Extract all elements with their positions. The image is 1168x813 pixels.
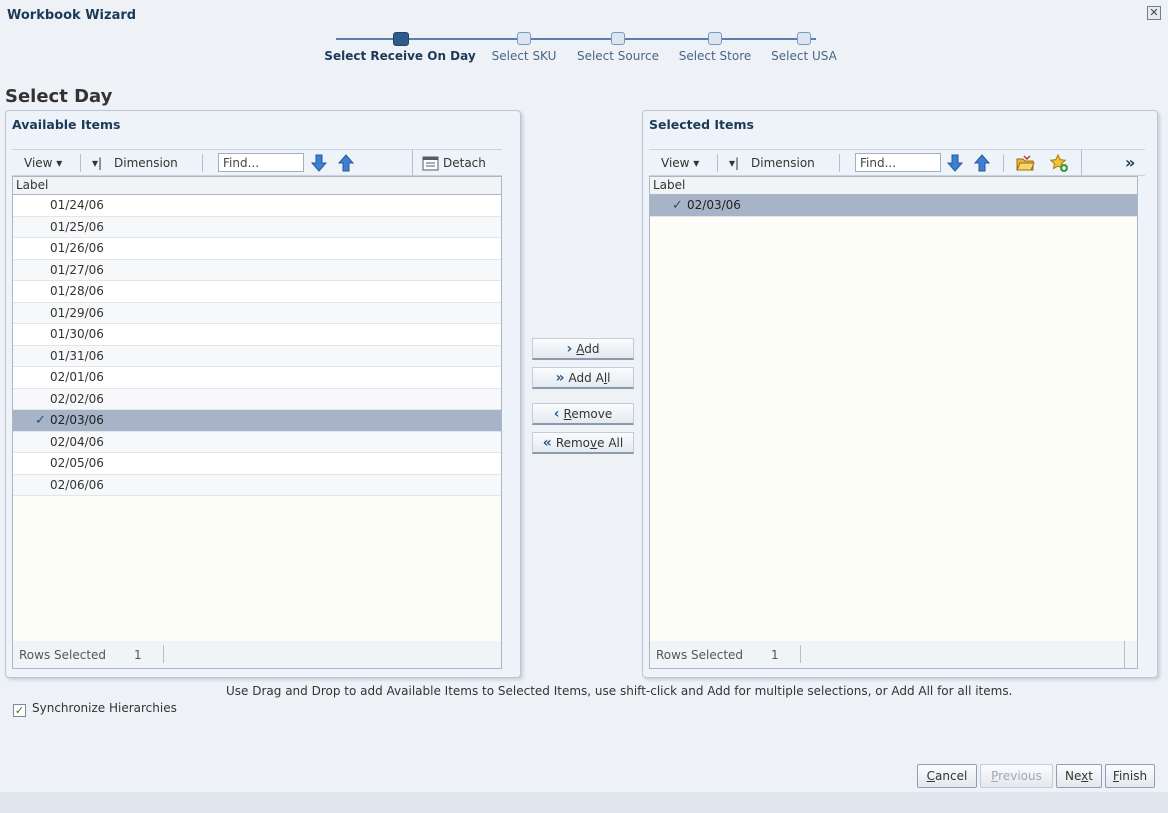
dimension-label[interactable]: Dimension: [114, 156, 178, 170]
table-row[interactable]: 01/30/06: [13, 324, 501, 346]
instruction-text: Use Drag and Drop to add Available Items…: [226, 684, 1013, 698]
bottom-status-bar: [0, 792, 1168, 813]
find-input[interactable]: [855, 153, 941, 172]
add-all-button[interactable]: » Add All: [532, 367, 634, 389]
add-favorite-icon[interactable]: [1049, 153, 1069, 173]
previous-button[interactable]: Previous: [980, 764, 1053, 788]
table-row[interactable]: 02/01/06: [13, 367, 501, 389]
rows-selected-count: 1: [134, 648, 142, 662]
row-label: 02/05/06: [50, 456, 104, 470]
find-input[interactable]: [218, 153, 304, 172]
rows-selected-label: Rows Selected: [656, 648, 744, 662]
more-options-icon[interactable]: »: [1125, 153, 1135, 172]
table-row[interactable]: 02/02/06: [13, 388, 501, 410]
available-items-table: Label 01/24/06 01/25/06 01/26/06 01/27/06 01…: [12, 176, 502, 642]
row-label: 02/04/06: [50, 434, 104, 449]
train-stop-1[interactable]: [393, 32, 409, 46]
table-row[interactable]: ✓ 02/03/06: [650, 195, 1137, 217]
train-label-usa[interactable]: Select USA: [771, 49, 837, 63]
checkmark-icon: ✓: [672, 198, 683, 213]
remove-all-button[interactable]: «Remove All: [532, 432, 634, 454]
train-stop-5[interactable]: [797, 32, 811, 45]
view-menu[interactable]: View ▾: [661, 156, 699, 170]
train-label-sku[interactable]: Select SKU: [492, 49, 557, 63]
table-row[interactable]: 01/24/06: [13, 195, 501, 217]
column-header-label[interactable]: Label: [13, 177, 501, 195]
selected-items-title: Selected Items: [649, 117, 754, 132]
double-chevron-left-icon: «: [542, 435, 552, 451]
table-row[interactable]: 02/05/06: [13, 453, 501, 475]
wizard-train: Select Receive On Day Select SKU Select …: [320, 28, 860, 68]
table-row[interactable]: 02/06/06: [13, 474, 501, 496]
detach-label: Detach: [443, 156, 486, 170]
row-label: 01/27/06: [50, 262, 104, 277]
table-row[interactable]: 01/26/06: [13, 238, 501, 260]
row-label: 01/24/06: [50, 198, 104, 212]
train-label-store[interactable]: Select Store: [679, 49, 752, 63]
selected-items-table: Label ✓ 02/03/06: [649, 176, 1138, 642]
dimension-label[interactable]: Dimension: [751, 156, 815, 170]
close-button[interactable]: ✕: [1147, 6, 1161, 20]
cancel-button[interactable]: Cancel: [917, 764, 977, 788]
row-label: 01/28/06: [50, 284, 104, 298]
available-items-panel: Available Items View ▾ ▾| Dimension Deta…: [5, 110, 521, 678]
train-label-source[interactable]: Select Source: [577, 49, 659, 63]
table-row[interactable]: ✓ 02/03/06: [13, 410, 501, 432]
move-up-icon[interactable]: [973, 153, 991, 173]
row-label: 01/25/06: [50, 219, 104, 234]
column-header-label[interactable]: Label: [650, 177, 1137, 195]
rows-selected-label: Rows Selected: [19, 648, 107, 662]
synchronize-label: Synchronize Hierarchies: [32, 701, 177, 715]
chevron-right-icon: ›: [566, 341, 573, 357]
detach-button[interactable]: Detach: [422, 155, 486, 171]
available-toolbar: View ▾ ▾| Dimension Detach: [12, 149, 502, 177]
row-label: 01/30/06: [50, 327, 104, 341]
row-label: 02/02/06: [50, 391, 104, 406]
synchronize-hierarchies[interactable]: ✓ Synchronize Hierarchies: [13, 701, 177, 717]
row-label: 02/03/06: [50, 413, 104, 427]
train-stop-3[interactable]: [611, 32, 625, 45]
remove-button[interactable]: ‹ Remove: [532, 403, 634, 425]
synchronize-checkbox[interactable]: ✓: [13, 704, 26, 717]
row-label: 02/01/06: [50, 370, 104, 384]
open-folder-icon[interactable]: [1015, 153, 1035, 173]
double-chevron-right-icon: »: [555, 370, 565, 386]
train-stop-2[interactable]: [517, 32, 531, 45]
available-rows: 01/24/06 01/25/06 01/26/06 01/27/06 01/28/06…: [13, 195, 501, 496]
table-row[interactable]: 01/25/06: [13, 216, 501, 238]
finish-button[interactable]: Finish: [1105, 764, 1155, 788]
detach-icon: [422, 156, 439, 171]
next-button[interactable]: Next: [1056, 764, 1102, 788]
train-stop-4[interactable]: [708, 32, 722, 45]
table-row[interactable]: 01/28/06: [13, 281, 501, 303]
row-label: 01/29/06: [50, 305, 104, 320]
page-title: Select Day: [5, 86, 113, 107]
move-down-icon[interactable]: [310, 153, 328, 173]
move-up-icon[interactable]: [337, 153, 355, 173]
view-menu[interactable]: View ▾: [24, 156, 62, 170]
selected-toolbar: View ▾ ▾| Dimension »: [649, 149, 1145, 177]
dimension-dropdown-icon[interactable]: ▾|: [729, 156, 739, 170]
checkmark-icon: ✓: [35, 413, 46, 428]
row-label: 02/06/06: [50, 477, 104, 492]
add-button[interactable]: › Add: [532, 338, 634, 360]
available-footer: Rows Selected 1: [12, 641, 502, 669]
table-row[interactable]: 01/27/06: [13, 259, 501, 281]
row-label: 01/31/06: [50, 348, 104, 363]
rows-selected-count: 1: [771, 648, 779, 662]
window-title: Workbook Wizard: [7, 8, 137, 23]
table-row[interactable]: 01/31/06: [13, 345, 501, 367]
table-row[interactable]: 02/04/06: [13, 431, 501, 453]
row-label: 01/26/06: [50, 241, 104, 255]
dimension-dropdown-icon[interactable]: ▾|: [92, 156, 102, 170]
chevron-left-icon: ‹: [553, 406, 560, 422]
move-down-icon[interactable]: [946, 153, 964, 173]
available-items-title: Available Items: [12, 117, 121, 132]
train-label-receive-on-day[interactable]: Select Receive On Day: [324, 49, 475, 63]
selected-footer: Rows Selected 1: [649, 641, 1138, 669]
table-row[interactable]: 01/29/06: [13, 302, 501, 324]
selected-items-panel: Selected Items View ▾ ▾| Dimension » Lab…: [642, 110, 1158, 678]
